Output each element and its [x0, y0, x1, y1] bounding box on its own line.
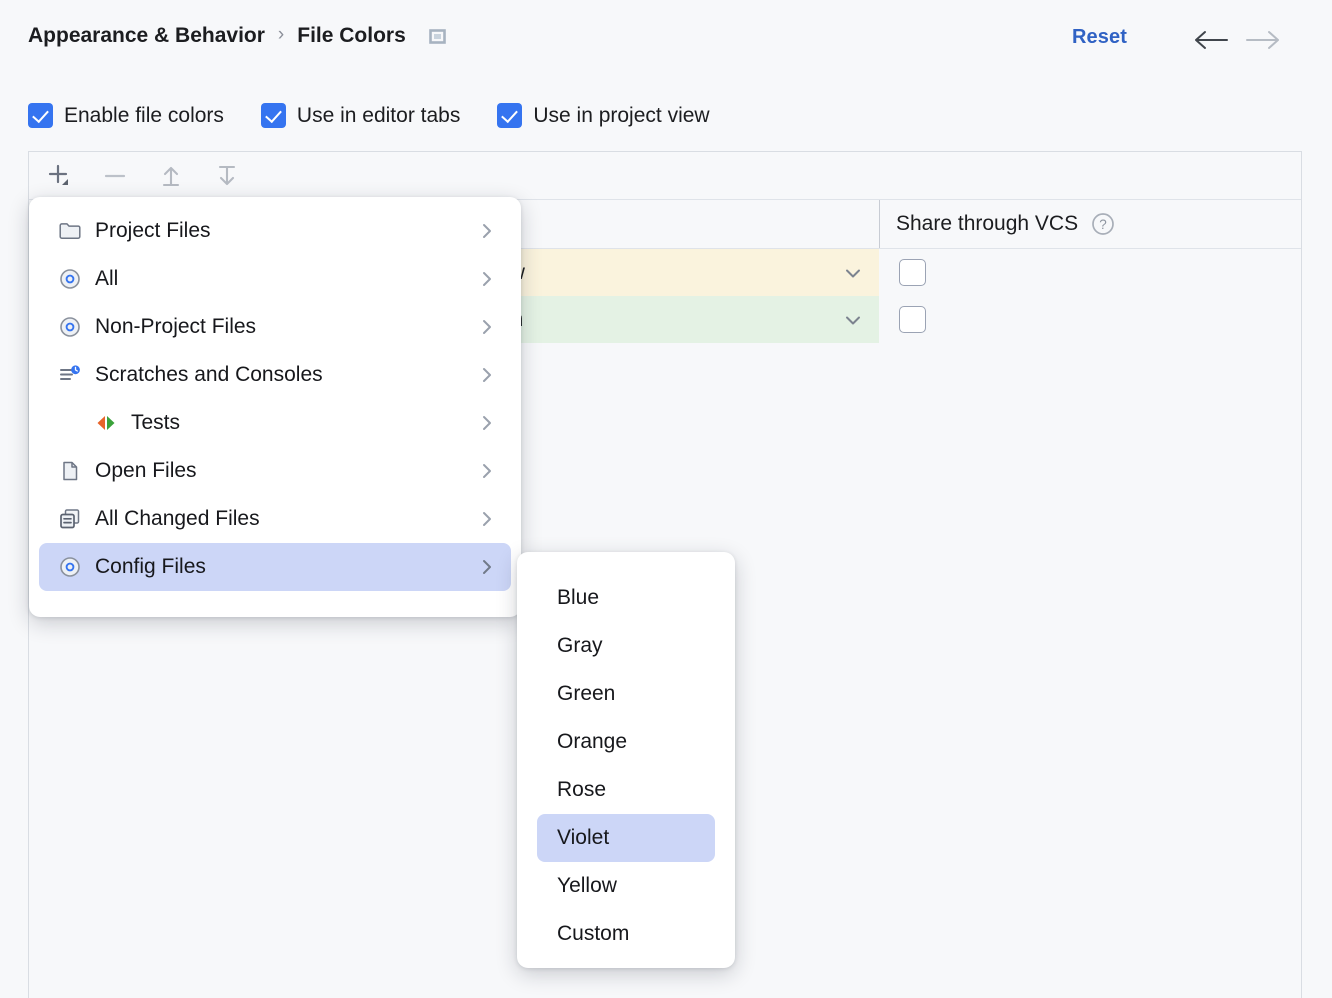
chevron-right-icon — [477, 509, 497, 529]
menu-item-label: Open Files — [95, 459, 197, 483]
forward-button[interactable] — [1242, 26, 1284, 54]
menu-item-open-files[interactable]: Open Files — [39, 447, 511, 495]
folder-icon — [57, 218, 83, 244]
scope-target-icon — [57, 314, 83, 340]
checkbox-use-in-editor-tabs[interactable]: Use in editor tabs — [261, 103, 460, 128]
remove-scope-button — [99, 160, 131, 192]
menu-item-all-changed-files[interactable]: All Changed Files — [39, 495, 511, 543]
checkbox-label: Use in editor tabs — [297, 104, 460, 128]
chevron-down-icon[interactable] — [841, 261, 865, 285]
plus-with-dropdown-icon — [44, 161, 74, 191]
column-header-label: Share through VCS — [896, 212, 1078, 236]
color-option-orange[interactable]: Orange — [537, 718, 715, 766]
color-option-green[interactable]: Green — [537, 670, 715, 718]
chevron-right-icon — [477, 269, 497, 289]
menu-item-config-files[interactable]: Config Files — [39, 543, 511, 591]
chevron-right-icon — [477, 365, 497, 385]
chevron-right-icon — [477, 221, 497, 241]
arrow-up-to-line-icon — [156, 161, 186, 191]
chevron-right-icon — [477, 413, 497, 433]
file-colors-settings-page: Appearance & Behavior › File Colors Rese… — [0, 0, 1332, 998]
options-checkbox-row: Enable file colors Use in editor tabs Us… — [28, 103, 710, 128]
color-option-violet[interactable]: Violet — [537, 814, 715, 862]
column-header-share-vcs[interactable]: Share through VCS ? — [879, 200, 1301, 248]
color-option-blue[interactable]: Blue — [537, 574, 715, 622]
share-vcs-checkbox[interactable] — [899, 259, 926, 286]
menu-item-label: Tests — [131, 411, 180, 435]
color-option-custom[interactable]: Custom — [537, 910, 715, 958]
checkbox-checked-icon[interactable] — [28, 103, 53, 128]
menu-item-project-files[interactable]: Project Files — [39, 207, 511, 255]
color-option-gray[interactable]: Gray — [537, 622, 715, 670]
scope-target-icon — [57, 554, 83, 580]
copy-documents-icon — [57, 506, 83, 532]
menu-item-label: Project Files — [95, 219, 211, 243]
svg-text:?: ? — [1099, 217, 1107, 232]
minus-icon — [100, 161, 130, 191]
arrow-down-to-line-icon — [212, 161, 242, 191]
file-icon — [57, 458, 83, 484]
move-down-button — [211, 160, 243, 192]
breadcrumb-parent[interactable]: Appearance & Behavior — [28, 24, 265, 48]
checkbox-enable-file-colors[interactable]: Enable file colors — [28, 103, 224, 128]
chevron-right-icon — [477, 317, 497, 337]
menu-item-label: All Changed Files — [95, 507, 260, 531]
share-vcs-checkbox[interactable] — [899, 306, 926, 333]
arrow-right-icon — [1243, 29, 1283, 51]
menu-item-label: All — [95, 267, 118, 291]
menu-item-all[interactable]: All — [39, 255, 511, 303]
cell-share-vcs[interactable] — [879, 249, 1301, 296]
back-button[interactable] — [1190, 26, 1232, 54]
reset-button[interactable]: Reset — [1072, 26, 1127, 49]
arrow-left-icon — [1191, 29, 1231, 51]
page-title: File Colors — [297, 24, 406, 48]
chevron-down-icon[interactable] — [841, 308, 865, 332]
tests-arrows-icon — [93, 410, 119, 436]
scratches-clock-icon — [57, 362, 83, 388]
checkbox-use-in-project-view[interactable]: Use in project view — [497, 103, 709, 128]
cell-share-vcs[interactable] — [879, 296, 1301, 343]
checkbox-checked-icon[interactable] — [497, 103, 522, 128]
menu-item-tests[interactable]: Tests — [39, 399, 511, 447]
menu-item-label: Scratches and Consoles — [95, 363, 323, 387]
add-scope-button[interactable] — [43, 160, 75, 192]
chevron-right-icon — [477, 557, 497, 577]
menu-item-non-project-files[interactable]: Non-Project Files — [39, 303, 511, 351]
table-toolbar — [29, 152, 1301, 200]
page-header: Appearance & Behavior › File Colors Rese… — [0, 0, 1332, 78]
move-up-button — [155, 160, 187, 192]
scope-target-icon — [57, 266, 83, 292]
color-submenu: Blue Gray Green Orange Rose Violet Yello… — [517, 552, 735, 968]
checkbox-label: Use in project view — [533, 104, 709, 128]
color-option-rose[interactable]: Rose — [537, 766, 715, 814]
color-option-yellow[interactable]: Yellow — [537, 862, 715, 910]
panel-window-icon — [428, 27, 447, 46]
chevron-right-icon — [477, 461, 497, 481]
question-circle-icon[interactable]: ? — [1090, 211, 1116, 237]
checkbox-label: Enable file colors — [64, 104, 224, 128]
checkbox-checked-icon[interactable] — [261, 103, 286, 128]
breadcrumb-separator: › — [278, 24, 284, 46]
breadcrumb: Appearance & Behavior › File Colors — [28, 24, 447, 48]
menu-item-label: Config Files — [95, 555, 206, 579]
scope-popup-menu: Project Files All — [29, 197, 521, 617]
menu-item-scratches-and-consoles[interactable]: Scratches and Consoles — [39, 351, 511, 399]
menu-item-label: Non-Project Files — [95, 315, 256, 339]
